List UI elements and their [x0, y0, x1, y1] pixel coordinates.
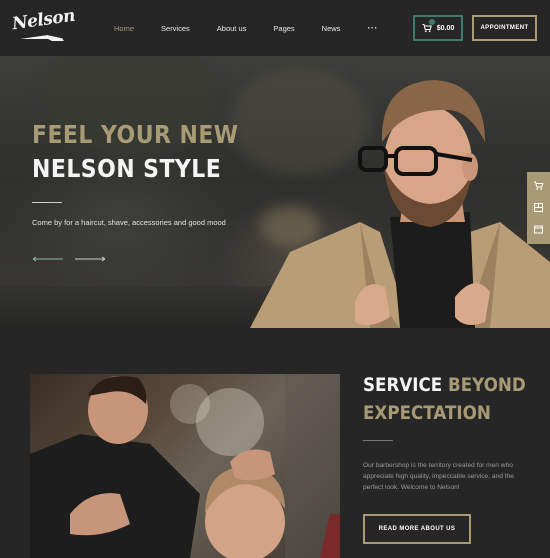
prev-arrow-icon[interactable] [32, 256, 64, 262]
service-title-line1: SERVICE BEYOND [363, 374, 526, 396]
barber-photo [30, 374, 340, 558]
nav-item-pages[interactable]: Pages [273, 24, 294, 33]
read-more-button[interactable]: READ MORE ABOUT US [363, 514, 471, 544]
hero-divider [32, 202, 62, 203]
nav-more-icon[interactable]: ··· [367, 23, 378, 33]
nav-item-about[interactable]: About us [217, 24, 247, 33]
nav-item-services[interactable]: Services [161, 24, 190, 33]
main-nav: Home Services About us Pages News ··· [114, 20, 378, 36]
razor-icon [20, 34, 64, 41]
hero-title-line1: FEEL YOUR NEW [32, 120, 239, 149]
hero-title-line2: NELSON STYLE [32, 154, 222, 183]
cart-button[interactable]: $0.00 [413, 15, 463, 41]
window-icon[interactable] [533, 224, 544, 235]
nav-item-news[interactable]: News [322, 24, 341, 33]
service-section: SERVICE BEYOND EXPECTATION Our barbersho… [0, 328, 550, 558]
nav-item-home[interactable]: Home [114, 24, 134, 33]
site-header: Nelson Home Services About us Pages News… [0, 0, 550, 56]
service-divider [363, 440, 393, 441]
service-description: Our barbershop is the territory created … [363, 462, 514, 491]
side-toolbar [527, 172, 550, 244]
hero-section: FEEL YOUR NEW NELSON STYLE Come by for a… [0, 56, 550, 328]
layout-icon[interactable] [533, 202, 544, 213]
hero-subtitle: Come by for a haircut, shave, accessorie… [32, 218, 226, 227]
cart-icon [422, 19, 435, 33]
logo[interactable]: Nelson [11, 6, 76, 46]
cart-total: $0.00 [436, 24, 455, 32]
hero-model-image [250, 80, 550, 328]
service-title-gold: BEYOND [448, 374, 526, 396]
cart-badge [428, 19, 435, 25]
cart-icon[interactable] [533, 180, 544, 191]
appointment-button[interactable]: APPOINTMENT [472, 15, 537, 41]
service-title-white: SERVICE [363, 374, 449, 396]
service-title-line2: EXPECTATION [363, 402, 491, 424]
next-arrow-icon[interactable] [74, 256, 106, 262]
